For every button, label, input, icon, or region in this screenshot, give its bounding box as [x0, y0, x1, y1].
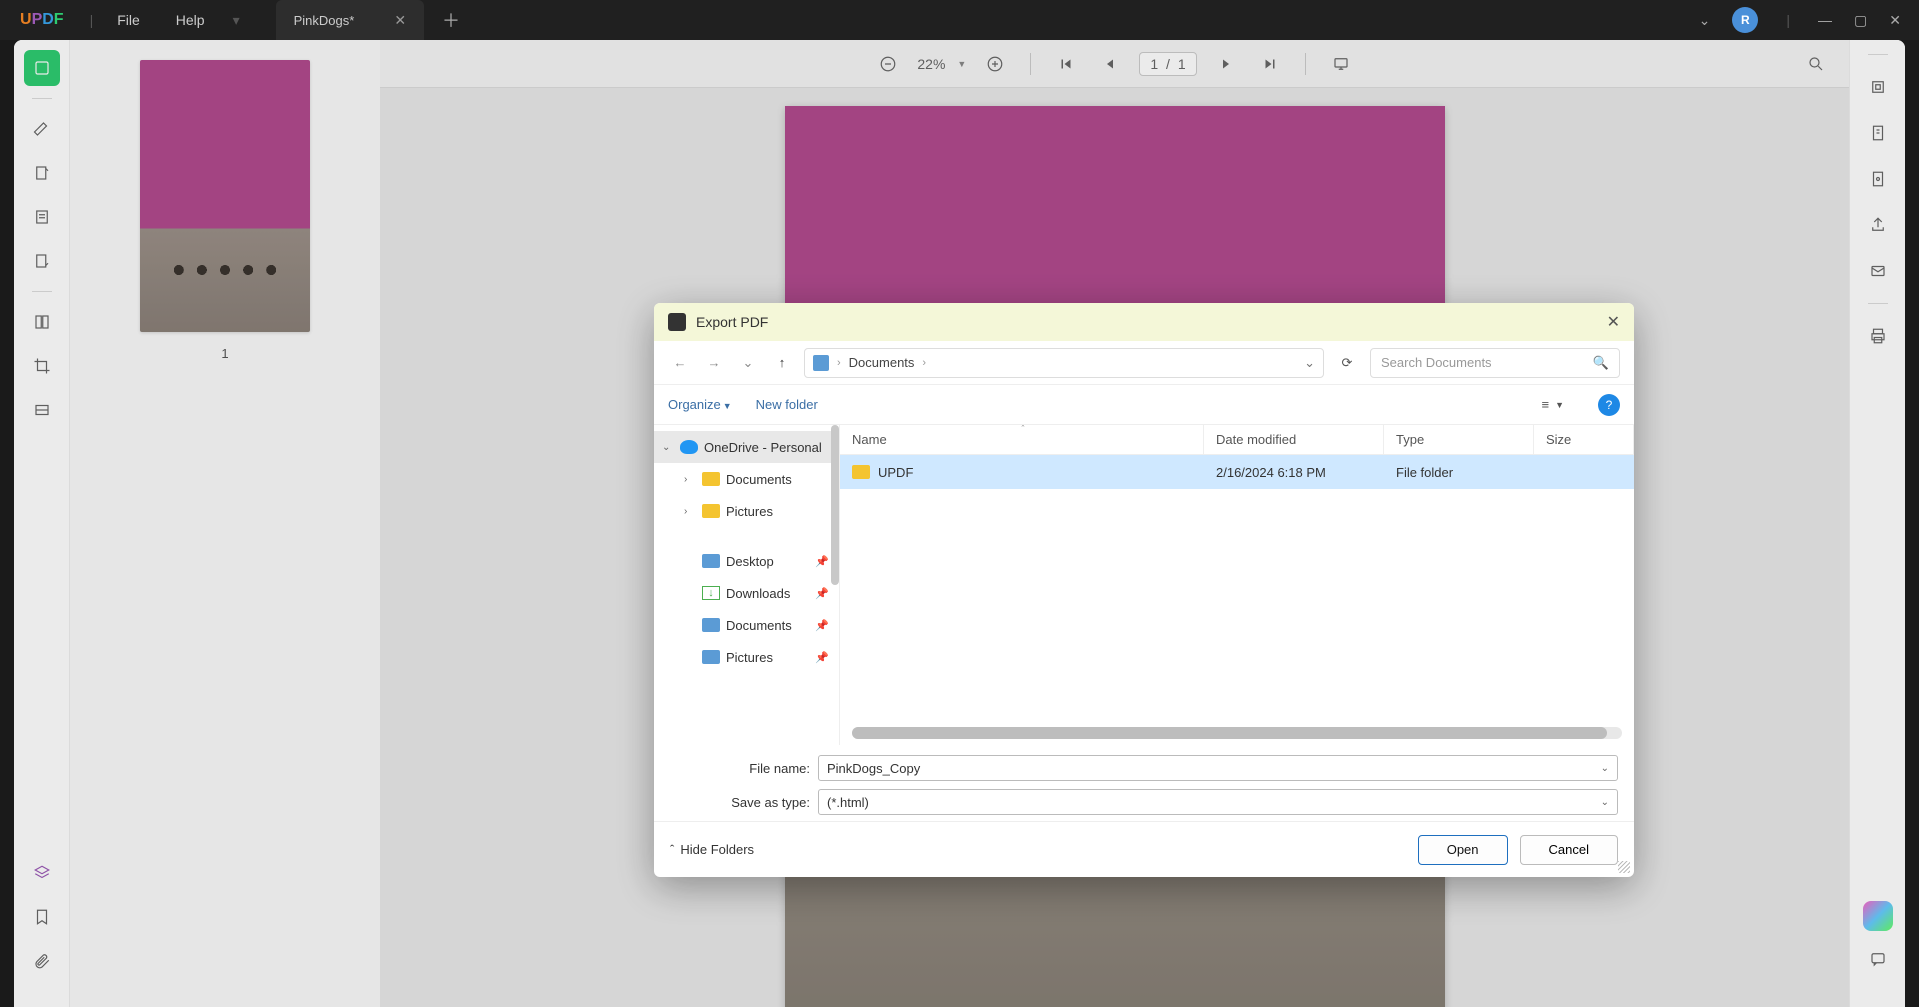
nav-up-icon[interactable]: ↑	[770, 351, 794, 375]
saveas-label: Save as type:	[670, 795, 810, 810]
col-date[interactable]: Date modified	[1204, 425, 1384, 454]
help-icon[interactable]: ?	[1598, 394, 1620, 416]
path-dropdown-icon[interactable]: ⌄	[1304, 355, 1315, 371]
tab-title: PinkDogs*	[294, 13, 355, 28]
file-date: 2/16/2024 6:18 PM	[1204, 465, 1384, 480]
file-name: UPDF	[878, 465, 913, 480]
window-maximize-icon[interactable]: ▢	[1854, 12, 1867, 29]
chevron-right-icon: ›	[837, 357, 841, 369]
cancel-button[interactable]: Cancel	[1520, 835, 1618, 865]
dialog-close-icon[interactable]: ✕	[1607, 312, 1620, 332]
app-logo: UPDF	[0, 11, 84, 29]
search-icon: 🔍	[1593, 355, 1609, 371]
new-folder-button[interactable]: New folder	[756, 397, 818, 412]
tree-downloads[interactable]: Downloads📌	[654, 577, 839, 609]
chevron-up-icon: ˆ	[670, 842, 674, 857]
path-bar[interactable]: › Documents › ⌄	[804, 348, 1324, 378]
dialog-titlebar: Export PDF ✕	[654, 303, 1634, 341]
file-type: File folder	[1384, 465, 1534, 480]
tree-desktop[interactable]: Desktop📌	[654, 545, 839, 577]
resize-grip-icon[interactable]	[1618, 861, 1630, 873]
col-type[interactable]: Type	[1384, 425, 1534, 454]
tab-close-icon[interactable]: ✕	[394, 12, 406, 29]
chevron-right-icon: ›	[922, 357, 926, 369]
file-row[interactable]: UPDF 2/16/2024 6:18 PM File folder	[840, 455, 1634, 489]
nav-back-icon[interactable]: ←	[668, 351, 692, 375]
view-menu[interactable]: ≡ ▼	[1541, 397, 1564, 412]
pin-icon: 📌	[815, 587, 829, 600]
chevron-down-icon[interactable]: ⌄	[1699, 12, 1711, 29]
title-bar: UPDF | File Help ▾ PinkDogs* ✕ ＋ ⌄ R | —…	[0, 0, 1919, 40]
app-icon	[668, 313, 686, 331]
organize-menu[interactable]: Organize▼	[668, 397, 732, 412]
filename-label: File name:	[670, 761, 810, 776]
dialog-title: Export PDF	[696, 314, 768, 330]
tree-pictures[interactable]: ›Pictures	[654, 495, 839, 527]
tree-documents-2[interactable]: Documents📌	[654, 609, 839, 641]
dialog-footer: ˆHide Folders Open Cancel	[654, 821, 1634, 877]
tree-pictures-2[interactable]: Pictures📌	[654, 641, 839, 673]
nav-recent-icon[interactable]: ⌄	[736, 351, 760, 375]
menu-help[interactable]: Help	[158, 12, 223, 28]
open-button[interactable]: Open	[1418, 835, 1508, 865]
pin-icon: 📌	[815, 651, 829, 664]
document-tab[interactable]: PinkDogs* ✕	[276, 0, 424, 40]
tree-onedrive[interactable]: ⌄OneDrive - Personal	[654, 431, 839, 463]
menu-file[interactable]: File	[99, 12, 158, 28]
horizontal-scrollbar[interactable]	[852, 727, 1622, 739]
hide-folders-toggle[interactable]: ˆHide Folders	[670, 842, 754, 857]
window-close-icon[interactable]: ✕	[1889, 12, 1901, 29]
tree-scrollbar[interactable]	[831, 425, 839, 585]
search-placeholder: Search Documents	[1381, 355, 1492, 370]
new-tab-button[interactable]: ＋	[424, 7, 478, 33]
col-size[interactable]: Size	[1534, 425, 1634, 454]
pin-icon: 📌	[815, 555, 829, 568]
refresh-icon[interactable]: ⟳	[1334, 350, 1360, 376]
saveas-select[interactable]: (*.html)⌄	[818, 789, 1618, 815]
user-avatar[interactable]: R	[1732, 7, 1758, 33]
dialog-nav: ← → ⌄ ↑ › Documents › ⌄ ⟳ Search Documen…	[654, 341, 1634, 385]
sort-asc-icon: ˆ	[1022, 424, 1025, 434]
filename-input[interactable]: PinkDogs_Copy⌄	[818, 755, 1618, 781]
nav-forward-icon[interactable]: →	[702, 351, 726, 375]
folder-tree: ⌄OneDrive - Personal ›Documents ›Picture…	[654, 425, 840, 745]
pin-icon: 📌	[815, 619, 829, 632]
file-list: Nameˆ Date modified Type Size UPDF 2/16/…	[840, 425, 1634, 745]
path-segment[interactable]: Documents	[849, 355, 915, 370]
search-box[interactable]: Search Documents 🔍	[1370, 348, 1620, 378]
location-icon	[813, 355, 829, 371]
dialog-toolbar: Organize▼ New folder ≡ ▼ ?	[654, 385, 1634, 425]
window-minimize-icon[interactable]: —	[1818, 12, 1832, 28]
column-headers: Nameˆ Date modified Type Size	[840, 425, 1634, 455]
dialog-fields: File name: PinkDogs_Copy⌄ Save as type: …	[654, 745, 1634, 821]
tree-documents[interactable]: ›Documents	[654, 463, 839, 495]
col-name[interactable]: Nameˆ	[840, 425, 1204, 454]
app-body: 1 22%▼ 1 / 1	[14, 40, 1905, 1007]
export-dialog: Export PDF ✕ ← → ⌄ ↑ › Documents › ⌄ ⟳ S…	[654, 303, 1634, 877]
